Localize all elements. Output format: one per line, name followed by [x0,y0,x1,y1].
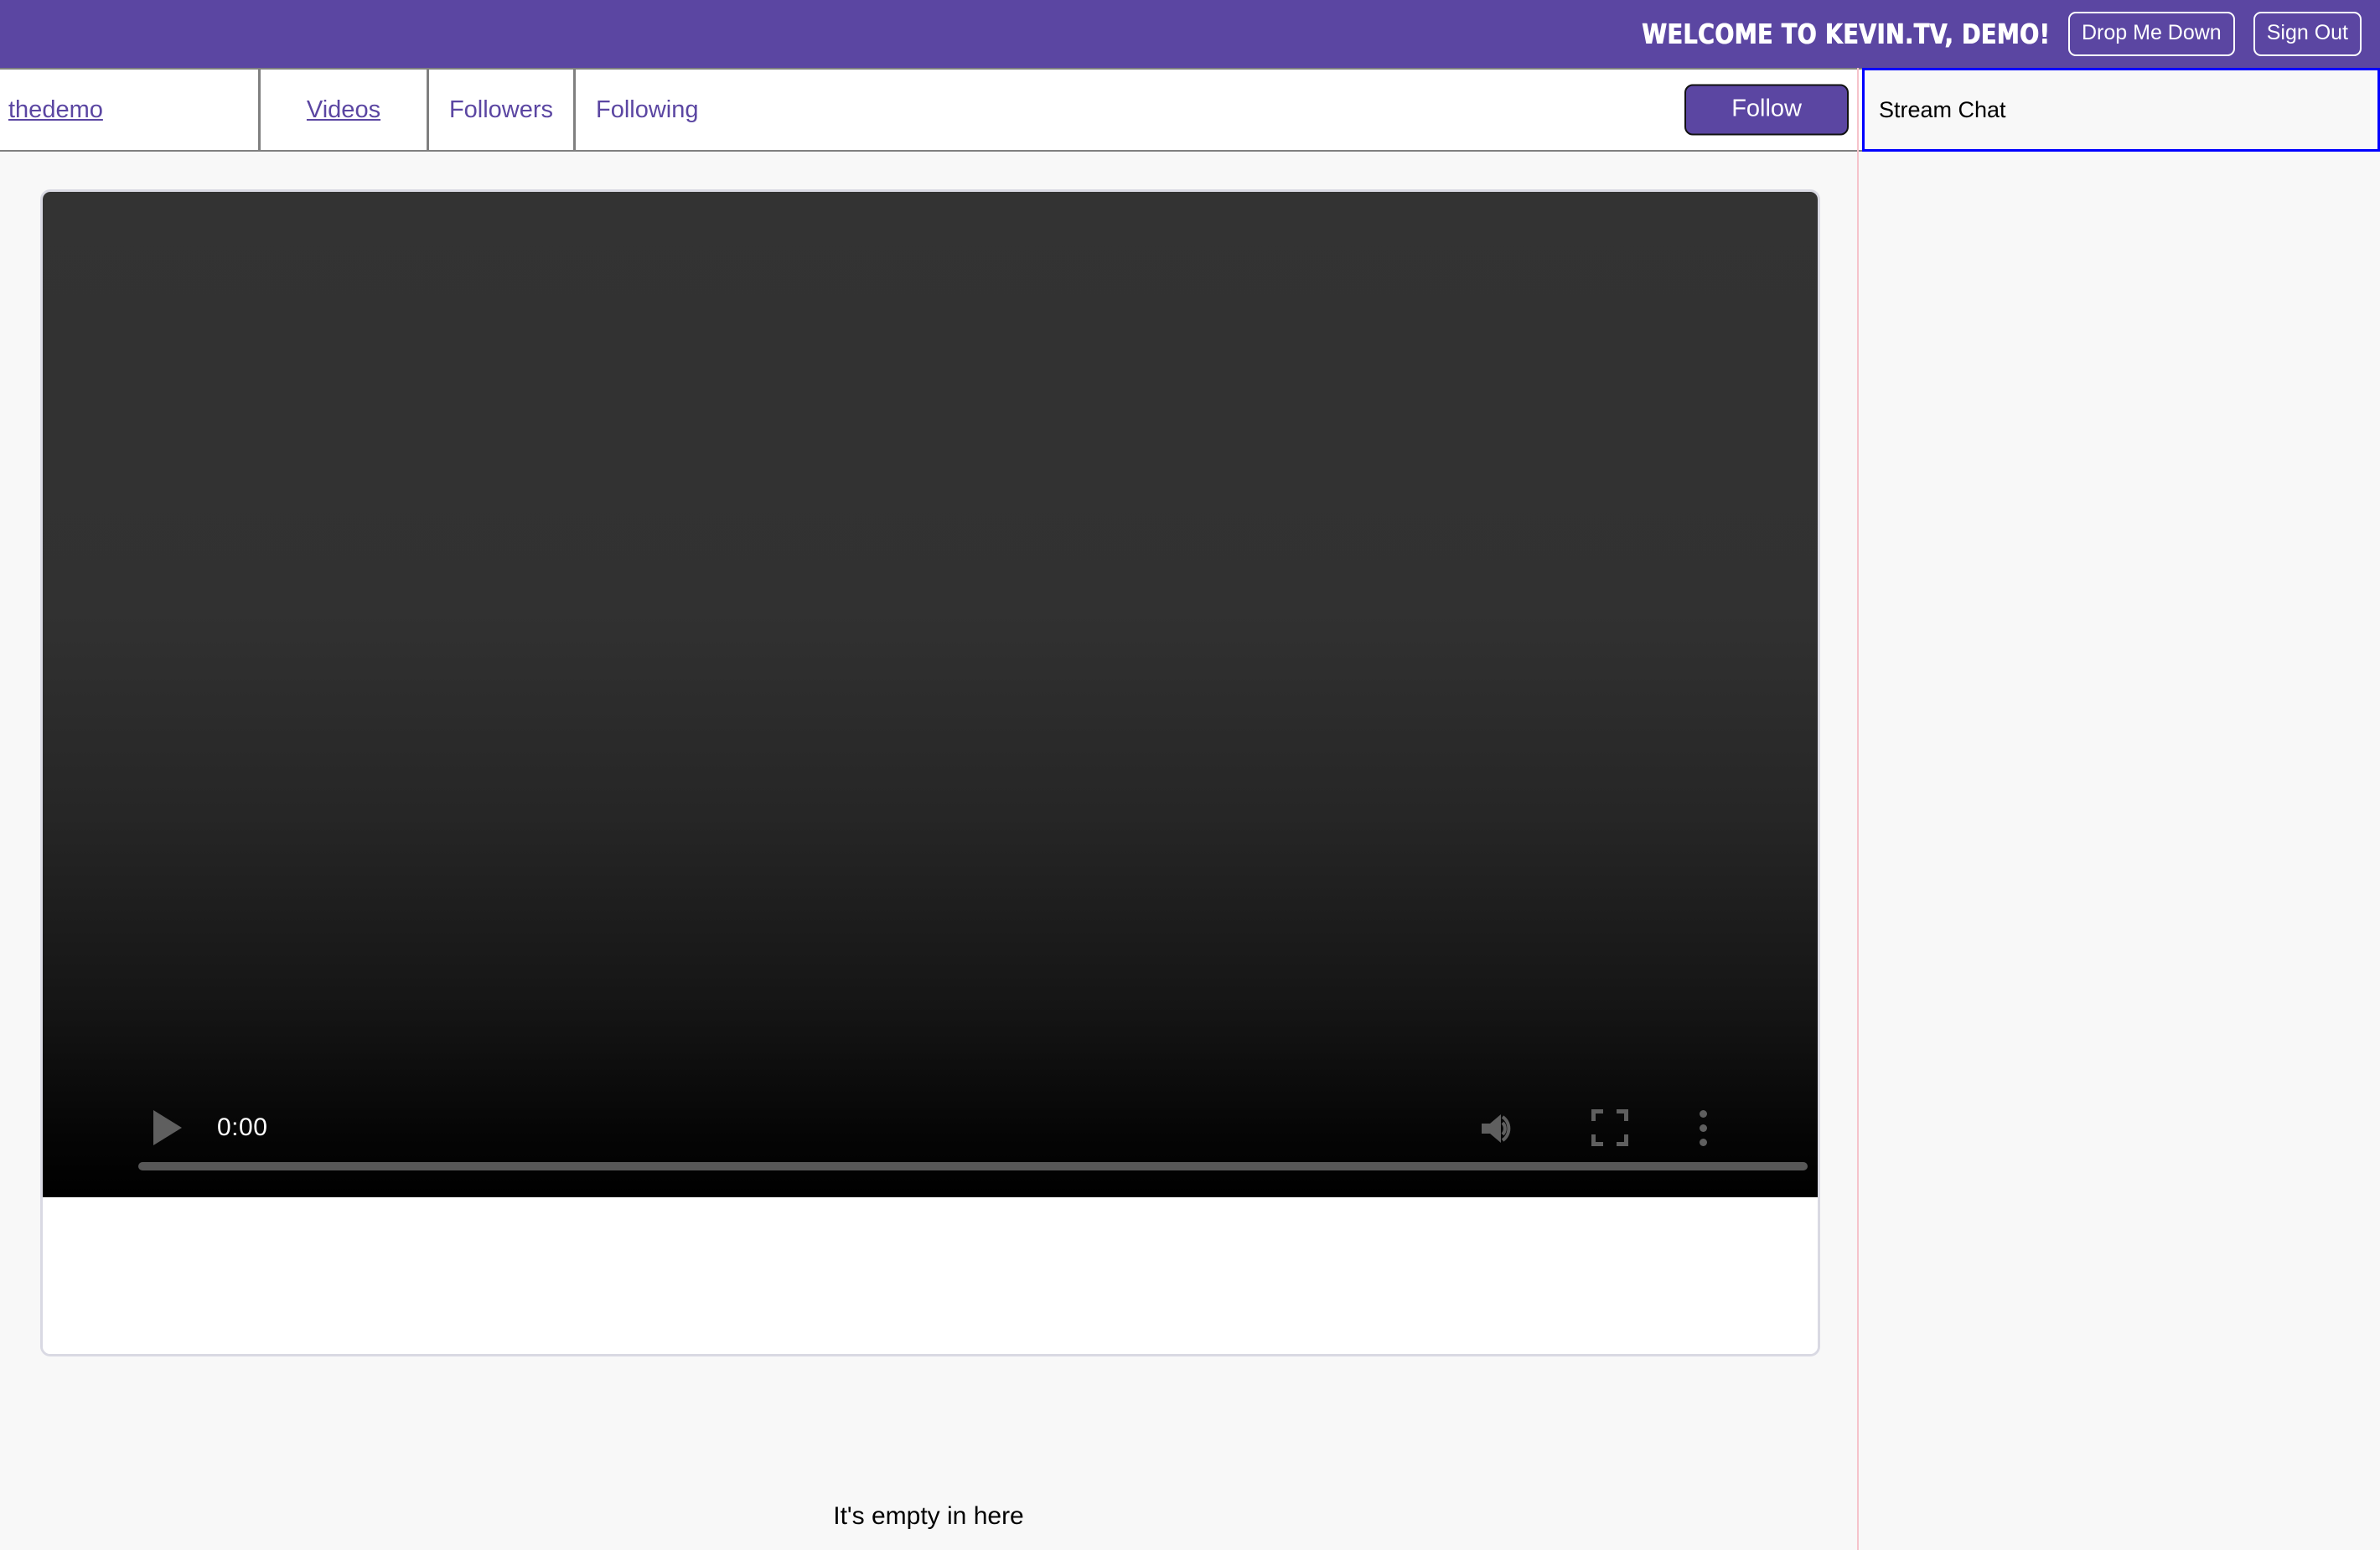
top-header-bar: WELCOME TO KEVIN.TV, DEMO! Drop Me Down … [0,0,2380,68]
empty-state-message: It's empty in here [833,1502,1024,1530]
video-progress-bar[interactable] [138,1162,1808,1170]
tab-followers[interactable]: Followers [429,70,576,150]
nav-link-followers[interactable]: Followers [449,96,553,124]
nav-link-following[interactable]: Following [596,96,699,124]
follow-button[interactable]: Follow [1684,84,1849,136]
kebab-menu-icon[interactable] [1686,1107,1720,1149]
drop-me-down-button[interactable]: Drop Me Down [2067,12,2235,56]
stream-chat-title: Stream Chat [1879,96,2006,122]
tab-following[interactable]: Following Follow [576,70,1862,150]
video-controls: 0:00 [43,1072,1818,1197]
sign-out-button[interactable]: Sign Out [2253,12,2362,56]
play-icon[interactable] [147,1107,189,1149]
stream-chat-header[interactable]: Stream Chat [1862,68,2380,152]
video-player[interactable]: 0:00 [43,192,1818,1197]
welcome-title: WELCOME TO KEVIN.TV, DEMO! [1641,18,2050,50]
volume-icon[interactable] [1477,1105,1524,1152]
content-chat-divider [1857,68,1859,1550]
video-current-time: 0:00 [217,1113,268,1141]
sidebar-item-thedemo[interactable]: thedemo [0,70,261,150]
stream-chat-messages [1862,152,2380,1550]
page-root: WELCOME TO KEVIN.TV, DEMO! Drop Me Down … [0,0,2380,1550]
main-content: 0:00 It's empty in here [0,152,1857,1550]
fullscreen-icon[interactable] [1589,1107,1631,1149]
stream-chat-panel: Stream Chat [1862,68,2380,1550]
video-card-footer [43,1197,1818,1354]
nav-link-videos[interactable]: Videos [307,96,380,124]
nav-tab-strip: thedemo Videos Followers Following Follo… [0,68,1862,152]
tab-videos[interactable]: Videos [261,70,429,150]
video-card: 0:00 [40,189,1820,1356]
nav-link-thedemo[interactable]: thedemo [8,96,103,124]
